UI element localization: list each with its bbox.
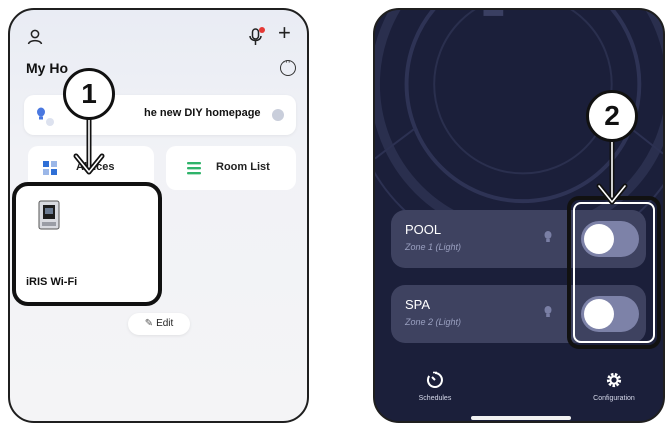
plus-icon[interactable]: + — [278, 22, 291, 44]
configuration-tab[interactable]: Configuration — [574, 371, 654, 402]
grid-icon — [43, 161, 57, 175]
gear-icon — [606, 372, 622, 388]
zone-name: SPA — [405, 297, 431, 312]
toggle-highlight-box — [567, 196, 661, 349]
notification-dot — [259, 27, 265, 33]
edit-button[interactable]: ✎ Edit — [128, 313, 190, 335]
device-name: iRIS Wi-Fi — [26, 276, 78, 288]
zone-subtitle: Zone 2 (Light) — [405, 317, 462, 327]
schedules-tab[interactable]: Schedules — [395, 371, 475, 402]
home-indicator — [471, 416, 571, 420]
person-icon[interactable] — [26, 28, 44, 46]
banner-subicon — [46, 118, 54, 126]
room-list-label: Room List — [216, 161, 270, 173]
light-bulb-icon — [544, 231, 552, 242]
all-devices-label: All ices — [76, 161, 115, 173]
microphone-icon[interactable] — [247, 27, 265, 47]
zone-name: POOL — [405, 222, 442, 237]
banner-action-icon[interactable] — [272, 109, 284, 121]
right-phone-screen: POOL Zone 1 (Light) SPA Zone 2 (Light) S… — [373, 8, 665, 423]
zone-subtitle: Zone 1 (Light) — [405, 242, 462, 252]
light-bulb-icon — [544, 306, 552, 317]
controller-device-image — [38, 200, 60, 230]
edit-label: Edit — [156, 318, 174, 329]
schedules-label: Schedules — [418, 395, 452, 402]
pencil-icon: ✎ — [144, 318, 154, 329]
step-2-callout: 2 — [586, 90, 638, 142]
step-1-callout: 1 — [63, 68, 115, 120]
room-list-tile[interactable]: Room List — [166, 146, 296, 190]
banner-text: he new DIY homepage — [144, 107, 261, 119]
home-title: My Ho — [26, 60, 68, 76]
left-phone-screen: + My Ho he new DIY homepage All ices Roo… — [8, 8, 309, 423]
toggle-highlight-inner — [573, 202, 655, 343]
list-icon — [187, 162, 201, 175]
light-bulb-icon — [37, 107, 45, 120]
timer-icon — [426, 371, 443, 388]
iris-wifi-device-card[interactable]: iRIS Wi-Fi — [12, 182, 162, 306]
configuration-label: Configuration — [593, 395, 635, 402]
more-dots-icon[interactable] — [280, 56, 296, 76]
bottom-nav-bar: Schedules Configuration — [375, 355, 663, 421]
